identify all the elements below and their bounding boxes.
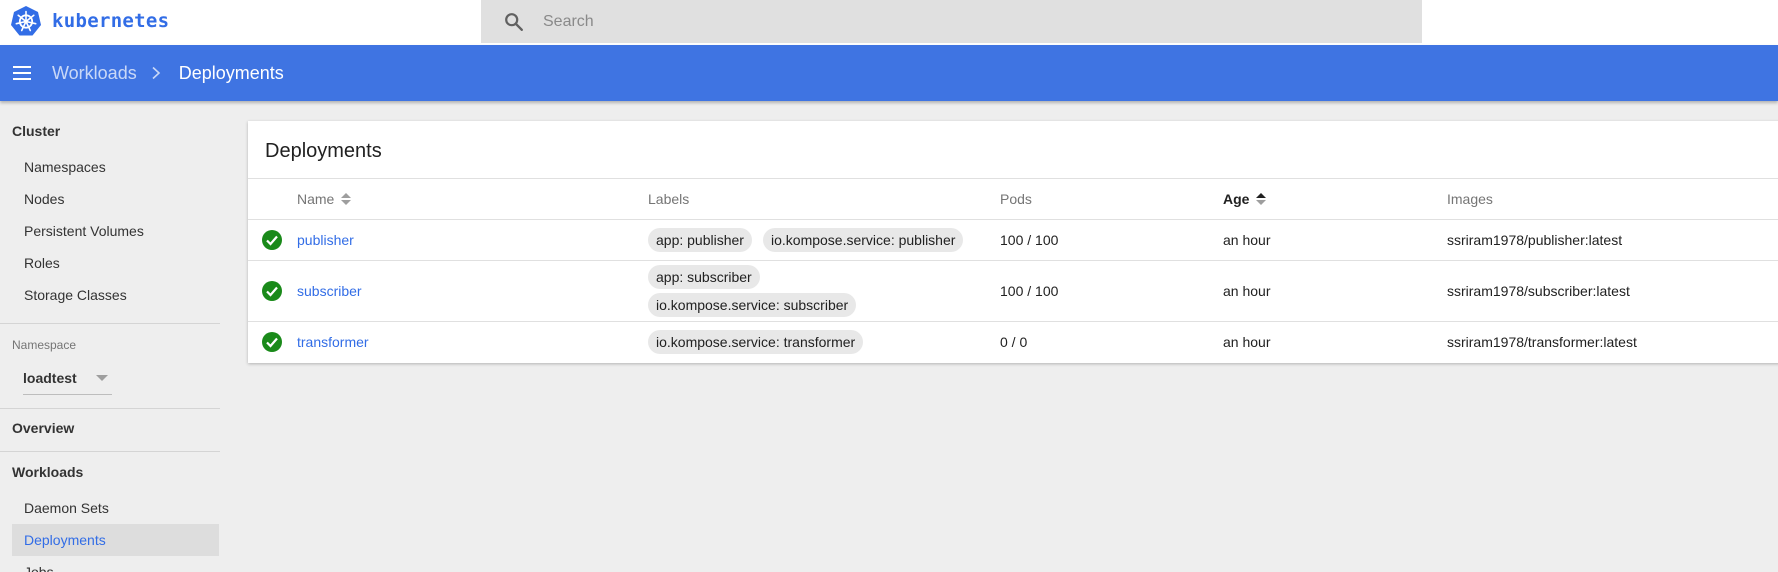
- namespace-label: Namespace: [12, 338, 77, 352]
- age-value: an hour: [1223, 334, 1271, 350]
- image-value: ssriram1978/publisher:latest: [1447, 232, 1623, 248]
- pods-value: 100 / 100: [1000, 232, 1059, 248]
- top-bar: kubernetes: [0, 0, 1778, 45]
- app-name: kubernetes: [52, 10, 170, 32]
- sidebar-item-storage-classes[interactable]: Storage Classes: [12, 279, 219, 311]
- namespace-value: loadtest: [23, 370, 77, 386]
- age-value: an hour: [1223, 283, 1271, 299]
- image-value: ssriram1978/transformer:latest: [1447, 334, 1637, 350]
- sort-ascending-icon: [1256, 193, 1267, 205]
- age-value: an hour: [1223, 232, 1271, 248]
- namespace-select[interactable]: loadtest: [23, 363, 112, 395]
- deployments-card: Deployments Name Labels Pods Age Images …: [248, 121, 1778, 363]
- row-divider: [248, 321, 1778, 322]
- row-divider: [248, 260, 1778, 261]
- sidebar-item-daemon-sets[interactable]: Daemon Sets: [12, 492, 219, 524]
- sidebar-item-namespaces[interactable]: Namespaces: [12, 151, 219, 183]
- check-circle-icon: [262, 332, 282, 352]
- sidebar-item-nodes[interactable]: Nodes: [12, 183, 219, 215]
- breadcrumb-workloads[interactable]: Workloads: [52, 63, 137, 84]
- sidebar-divider: [0, 323, 220, 324]
- column-name-label: Name: [297, 191, 335, 207]
- sort-icon: [341, 193, 352, 205]
- chevron-right-icon: [152, 66, 160, 80]
- column-header-labels: Labels: [648, 191, 689, 207]
- sidebar-item-persistent-volumes[interactable]: Persistent Volumes: [12, 215, 219, 247]
- sidebar-divider: [0, 408, 220, 409]
- sidebar-section-workloads[interactable]: Workloads: [12, 464, 83, 480]
- breadcrumb: Workloads Deployments: [33, 63, 284, 84]
- check-circle-icon: [262, 230, 282, 250]
- label-chip: app: subscriber: [648, 265, 760, 289]
- toolbar: Workloads Deployments: [0, 45, 1778, 101]
- column-images-label: Images: [1447, 191, 1493, 207]
- sidebar: Cluster Namespaces Nodes Persistent Volu…: [0, 101, 220, 572]
- card-title: Deployments: [265, 140, 382, 162]
- column-header-age[interactable]: Age: [1223, 191, 1267, 207]
- label-chip: io.kompose.service: publisher: [763, 228, 964, 252]
- deployment-name-link[interactable]: subscriber: [297, 283, 362, 299]
- deployment-name-link[interactable]: transformer: [297, 334, 369, 350]
- kubernetes-logo-icon: [11, 6, 41, 36]
- logo[interactable]: kubernetes: [10, 5, 169, 37]
- sidebar-divider: [0, 451, 220, 452]
- dropdown-caret-icon: [96, 375, 108, 381]
- deployment-name-link[interactable]: publisher: [297, 232, 354, 248]
- sidebar-item-jobs[interactable]: Jobs: [12, 556, 219, 572]
- sidebar-item-roles[interactable]: Roles: [12, 247, 219, 279]
- image-value: ssriram1978/subscriber:latest: [1447, 283, 1630, 299]
- search-input[interactable]: [543, 12, 1343, 31]
- label-chip: app: publisher: [648, 228, 752, 252]
- column-pods-label: Pods: [1000, 191, 1032, 207]
- search-icon: [505, 12, 523, 31]
- breadcrumb-current: Deployments: [178, 62, 284, 83]
- label-chip: io.kompose.service: subscriber: [648, 293, 857, 317]
- sidebar-item-deployments[interactable]: Deployments: [12, 524, 219, 556]
- pods-value: 100 / 100: [1000, 283, 1059, 299]
- column-header-images: Images: [1447, 191, 1493, 207]
- pods-value: 0 / 0: [1000, 334, 1028, 350]
- label-chip: io.kompose.service: transformer: [648, 330, 864, 354]
- column-header-name[interactable]: Name: [297, 191, 352, 207]
- sidebar-section-overview[interactable]: Overview: [12, 420, 74, 436]
- menu-icon[interactable]: [11, 64, 33, 82]
- column-labels-label: Labels: [648, 191, 690, 207]
- header-divider: [248, 219, 1778, 220]
- check-circle-icon: [262, 281, 282, 301]
- card-divider: [248, 178, 1778, 179]
- column-age-label: Age: [1223, 191, 1250, 207]
- sidebar-section-cluster[interactable]: Cluster: [12, 123, 60, 139]
- column-header-pods: Pods: [1000, 191, 1032, 207]
- search-bar[interactable]: [481, 0, 1422, 43]
